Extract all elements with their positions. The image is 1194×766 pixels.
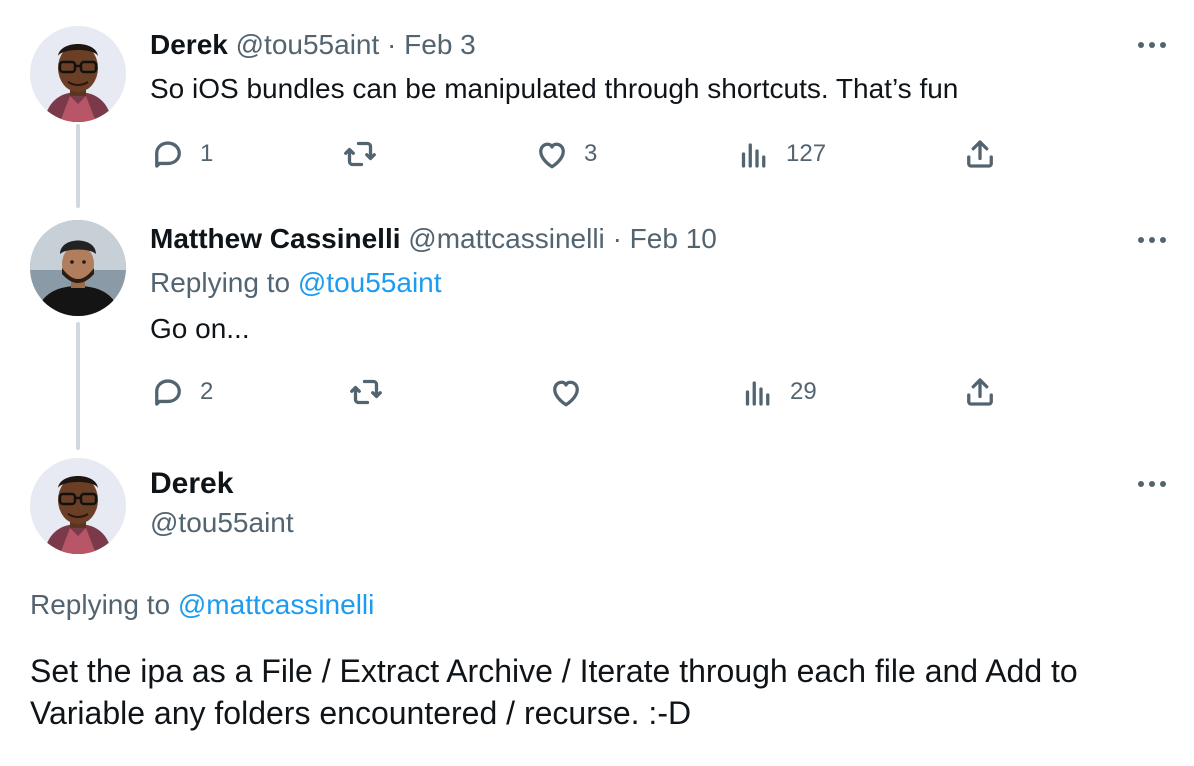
share-button[interactable] — [962, 372, 998, 412]
tweet-date[interactable]: Feb 10 — [630, 223, 717, 254]
more-icon[interactable] — [1138, 42, 1168, 50]
views-count: 127 — [786, 140, 827, 167]
retweet-icon — [350, 379, 382, 405]
share-icon — [967, 378, 993, 406]
like-button[interactable]: 3 — [534, 134, 597, 174]
replying-to-mention[interactable]: @mattcassinelli — [178, 589, 374, 620]
reply-icon — [155, 379, 181, 406]
reply-count: 1 — [200, 140, 214, 167]
thread-connector — [76, 322, 80, 450]
views-count: 29 — [790, 378, 817, 405]
author-handle[interactable]: @tou55aint — [150, 506, 294, 540]
reply-button[interactable]: 1 — [150, 134, 213, 174]
views-icon — [745, 381, 770, 406]
avatar-derek[interactable] — [30, 26, 126, 122]
like-count: 3 — [584, 140, 598, 167]
reply-button[interactable]: 2 — [150, 372, 213, 412]
reply-count: 2 — [200, 378, 214, 405]
replying-to-label: Replying to — [150, 267, 291, 298]
retweet-button[interactable] — [342, 134, 378, 174]
replying-to-label: Replying to — [30, 589, 171, 620]
replying-to-line: Replying to @tou55aint — [150, 266, 442, 300]
author-name[interactable]: Matthew Cassinelli — [150, 223, 401, 254]
like-button[interactable] — [548, 372, 584, 412]
tweet-actions: 1 3 127 — [150, 134, 1050, 174]
more-icon[interactable] — [1138, 237, 1168, 245]
avatar-matthew-cassinelli[interactable] — [30, 220, 126, 316]
tweet-header: Derek @tou55aint · Feb 3 — [150, 28, 476, 62]
avatar-derek[interactable] — [30, 458, 126, 554]
like-icon — [553, 380, 579, 407]
thread-connector — [76, 124, 80, 208]
replying-to-line: Replying to @mattcassinelli — [30, 588, 374, 622]
share-icon — [967, 140, 993, 168]
replying-to-mention[interactable]: @tou55aint — [298, 267, 442, 298]
author-handle[interactable]: @tou55aint — [236, 29, 380, 60]
reply-icon — [155, 141, 181, 168]
tweet-header: Matthew Cassinelli @mattcassinelli · Feb… — [150, 222, 717, 256]
views-button[interactable]: 29 — [740, 372, 817, 412]
tweet-text: Set the ipa as a File / Extract Archive … — [30, 653, 1078, 731]
author-handle[interactable]: @mattcassinelli — [408, 223, 604, 254]
views-icon — [741, 143, 766, 168]
author-name[interactable]: Derek — [150, 29, 228, 60]
author-name[interactable]: Derek — [150, 466, 233, 502]
more-icon[interactable] — [1138, 481, 1168, 489]
separator: · — [387, 29, 397, 60]
tweet-actions: 2 29 — [150, 372, 1050, 412]
tweet-text: So iOS bundles can be manipulated throug… — [150, 73, 959, 104]
tweet-text: Go on... — [150, 313, 250, 344]
views-button[interactable]: 127 — [736, 134, 826, 174]
like-icon — [539, 142, 565, 169]
share-button[interactable] — [962, 134, 998, 174]
separator: · — [612, 223, 622, 254]
tweet-date[interactable]: Feb 3 — [404, 29, 476, 60]
retweet-icon — [344, 141, 376, 167]
retweet-button[interactable] — [348, 372, 384, 412]
